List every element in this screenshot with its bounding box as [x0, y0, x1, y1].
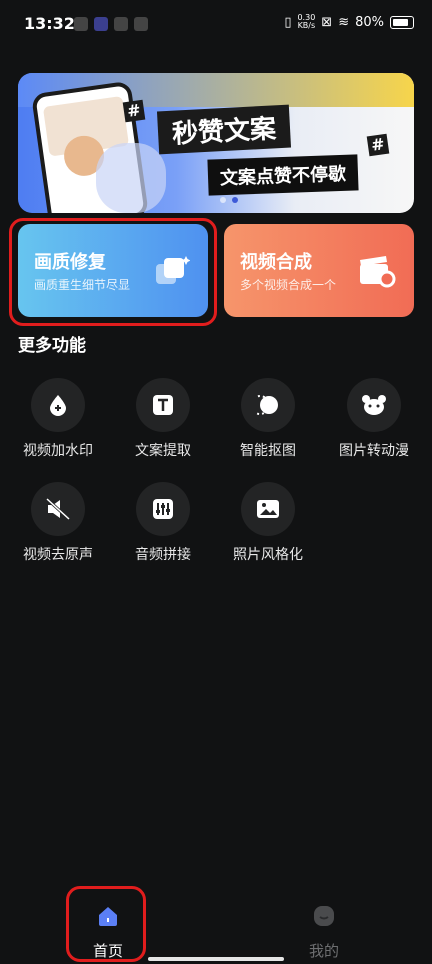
notification-icon [94, 17, 108, 31]
card-subtitle: 多个视频合成一个 [240, 278, 337, 292]
notification-icon [134, 17, 148, 31]
text-t-icon [136, 378, 190, 432]
highlight-box [9, 218, 217, 326]
notification-icon [114, 17, 128, 31]
hand-illustration [96, 143, 166, 213]
image-icon [241, 482, 295, 536]
video-merge-card[interactable]: 视频合成 多个视频合成一个 [224, 224, 414, 317]
sim-icon: ⊠ [321, 14, 333, 30]
feature-video-watermark[interactable]: 视频加水印 [10, 378, 106, 460]
cutout-circle-icon [241, 378, 295, 432]
banner-pagination [220, 197, 238, 203]
nav-me-label: 我的 [308, 942, 339, 960]
card-title: 视频合成 [240, 252, 312, 273]
equalizer-icon [136, 482, 190, 536]
feature-label: 智能抠图 [240, 443, 296, 459]
nav-me[interactable]: 我的 [284, 904, 364, 961]
feature-audio-merge[interactable]: 音频拼接 [115, 482, 211, 564]
status-right: ▯ 0.30 KB/s ⊠ ≋ 80% [284, 14, 414, 30]
battery-icon [390, 15, 414, 29]
profile-icon [314, 906, 334, 926]
feature-photo-stylize[interactable]: 照片风格化 [220, 482, 316, 564]
hash-icon: # [366, 133, 390, 157]
status-time: 13:32 [24, 14, 75, 33]
home-indicator[interactable] [148, 957, 284, 961]
highlight-box [66, 886, 146, 962]
hash-icon: # [122, 99, 146, 123]
banner-subtitle: 文案点赞不停歇 [207, 154, 359, 196]
feature-image-to-anime[interactable]: 图片转动漫 [326, 378, 422, 460]
pagination-dot [220, 197, 226, 203]
feature-label: 图片转动漫 [339, 443, 409, 459]
status-bar: 13:32 ▯ 0.30 KB/s ⊠ ≋ 80% [0, 0, 432, 52]
feature-label: 文案提取 [135, 443, 191, 459]
speaker-mute-icon [31, 482, 85, 536]
feature-label: 视频去原声 [23, 547, 93, 563]
battery-percent: 80% [355, 14, 384, 30]
banner-title: 秒赞文案 [156, 104, 292, 155]
bottom-nav: 首页 我的 [0, 880, 432, 964]
status-app-icons [74, 17, 148, 31]
vibrate-icon: ▯ [284, 14, 292, 30]
feature-smart-cutout[interactable]: 智能抠图 [220, 378, 316, 460]
feature-label: 照片风格化 [233, 547, 303, 563]
bear-face-icon [347, 378, 401, 432]
section-title: 更多功能 [18, 336, 86, 356]
notification-icon [74, 17, 88, 31]
feature-text-extract[interactable]: 文案提取 [115, 378, 211, 460]
droplet-plus-icon [31, 378, 85, 432]
wifi-icon: ≋ [338, 14, 350, 30]
feature-video-remove-audio[interactable]: 视频去原声 [10, 482, 106, 564]
promo-banner[interactable]: # # 秒赞文案 文案点赞不停歇 [18, 73, 414, 213]
feature-label: 视频加水印 [23, 443, 93, 459]
clapperboard-gear-icon [360, 256, 396, 288]
network-speed: 0.30 KB/s [297, 13, 316, 30]
feature-label: 音频拼接 [135, 547, 191, 563]
pagination-dot-active [232, 197, 238, 203]
